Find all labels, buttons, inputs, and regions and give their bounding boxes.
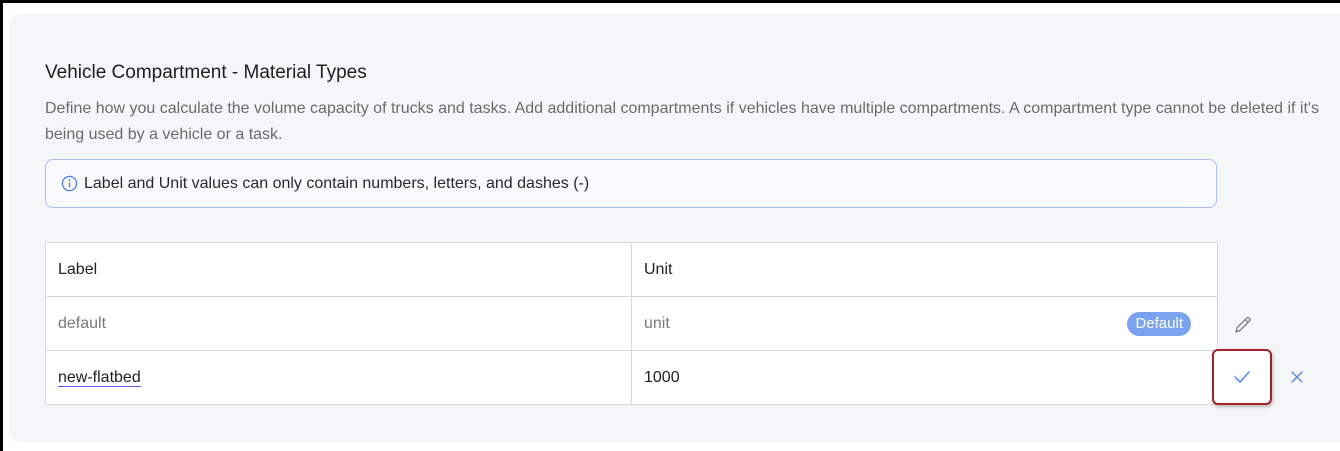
table-row-default: default unit Default: [46, 296, 1217, 350]
info-icon: [61, 175, 78, 192]
column-header-unit: Unit: [644, 260, 673, 278]
checkmark-icon: [1234, 371, 1250, 383]
label-cell: default: [46, 297, 632, 350]
table-row-editing: new-flatbed 1000: [46, 350, 1217, 404]
unit-value: unit: [644, 314, 670, 332]
label-input-value: new-flatbed: [58, 368, 141, 386]
unit-cell: unit Default: [632, 297, 1217, 350]
label-input[interactable]: new-flatbed: [46, 351, 632, 404]
compartment-table: Label Unit default unit Default new-flat…: [45, 242, 1218, 405]
section-description: Define how you calculate the volume capa…: [45, 100, 1319, 143]
info-banner: Label and Unit values can only contain n…: [45, 159, 1217, 208]
edit-button[interactable]: [1230, 312, 1256, 338]
table-header-row: Label Unit: [46, 243, 1217, 296]
section-title: Vehicle Compartment - Material Types: [45, 62, 367, 83]
column-header-label: Label: [46, 243, 632, 296]
unit-input-value: 1000: [644, 368, 680, 386]
default-badge: Default: [1127, 312, 1191, 336]
cancel-button[interactable]: [1286, 366, 1308, 388]
info-banner-text: Label and Unit values can only contain n…: [84, 174, 590, 192]
unit-input[interactable]: 1000: [632, 351, 1217, 404]
confirm-button[interactable]: [1212, 349, 1272, 405]
close-icon: [1291, 371, 1303, 383]
pencil-icon: [1235, 316, 1251, 333]
